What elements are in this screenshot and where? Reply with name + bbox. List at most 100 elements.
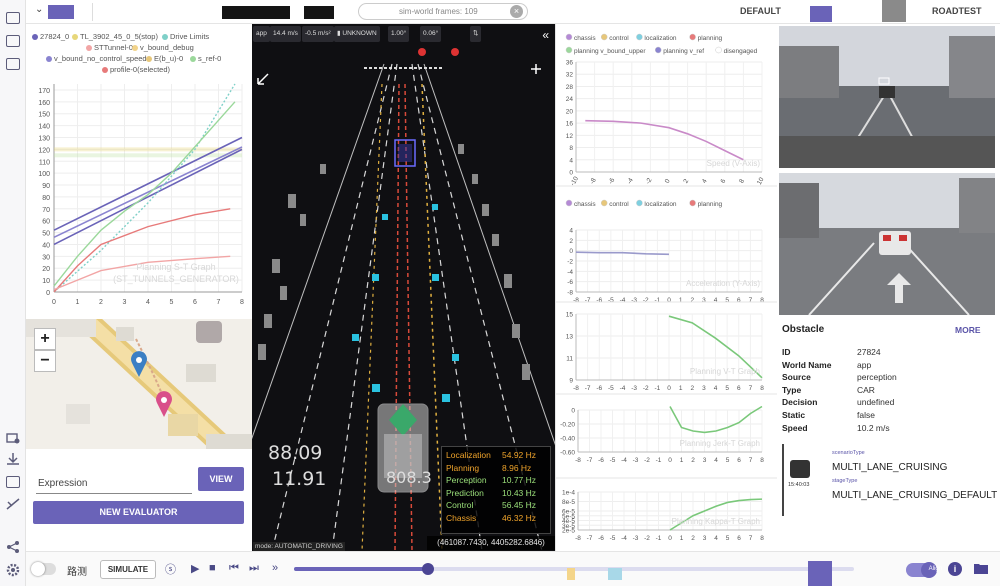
legend-dot xyxy=(689,199,696,207)
x-tick-label: 6 xyxy=(737,535,741,542)
x-tick-label: 0 xyxy=(52,299,56,306)
x-tick-label: -8 xyxy=(589,177,598,186)
series-line xyxy=(53,83,236,293)
top-bar: ⌄ sim-world frames: 109 × DEFAULT ROADTE… xyxy=(26,0,1000,24)
y-tick-label: 30 xyxy=(42,254,50,261)
zoom-out-button[interactable]: − xyxy=(34,350,56,372)
x-tick-label: -2 xyxy=(644,535,650,542)
share-icon[interactable] xyxy=(6,541,20,553)
view-button[interactable]: VIEW xyxy=(198,467,244,491)
x-tick-label: 8 xyxy=(240,299,244,306)
stop-icon[interactable]: ■ xyxy=(209,562,216,574)
x-tick-label: -10 xyxy=(569,175,580,187)
y-tick-label: 130 xyxy=(38,135,50,142)
y-tick-label: 32 xyxy=(566,72,574,79)
y-tick-label: 15 xyxy=(566,312,574,319)
chart-watermark: Planning S-T Graph xyxy=(136,262,215,272)
skip-forward-icon[interactable]: ⏭ xyxy=(249,562,259,575)
simulate-button[interactable]: SIMULATE xyxy=(100,560,156,579)
camera-view-wide xyxy=(779,173,995,315)
legend-dot xyxy=(600,33,608,41)
x-tick-label: -5 xyxy=(608,385,614,392)
scene-3d-view[interactable]: app 14.4 m/s -0.5 m/s² ▮ UNKNOWN 1.00° 0… xyxy=(252,24,555,551)
scenario-type-label: scenarioType xyxy=(832,450,865,456)
x-tick-label: 4 xyxy=(146,299,150,306)
logo-block xyxy=(48,5,74,19)
module-frequency: 54.92 Hz xyxy=(502,450,537,460)
x-tick-label: -2 xyxy=(643,385,649,392)
save-icon[interactable] xyxy=(6,476,20,488)
y-tick-label: 24 xyxy=(566,96,574,103)
settings-panel-icon[interactable] xyxy=(6,35,20,47)
align-toggle[interactable]: Align xyxy=(906,562,942,578)
camera-settings-icon[interactable] xyxy=(6,432,20,444)
y-tick-label: 12 xyxy=(566,133,574,140)
x-tick-label: 6 xyxy=(193,299,197,306)
module-frequency-panel: Localization 54.92 Hz Planning 8.96 Hz Perce… xyxy=(441,446,551,534)
play-icon[interactable]: ▶ xyxy=(191,562,199,575)
frame-search[interactable]: sim-world frames: 109 × xyxy=(358,3,528,20)
zoom-in-button[interactable]: + xyxy=(34,328,56,350)
speed-readout: 88.09 xyxy=(268,442,323,464)
copyright-icon[interactable]: ⓢ xyxy=(165,561,176,577)
gear-icon[interactable] xyxy=(6,563,20,577)
y-tick-label: 160 xyxy=(38,100,50,107)
progress-handle[interactable] xyxy=(422,563,435,575)
x-tick-label: -6 xyxy=(598,457,604,464)
obstacle-field-label: Speed xyxy=(782,422,808,433)
download-icon[interactable] xyxy=(6,453,20,465)
info-icon[interactable]: i xyxy=(948,562,962,576)
skip-back-icon[interactable]: ⏮ xyxy=(229,562,239,575)
legend-label: planning v_ref xyxy=(663,48,704,55)
marker-blue xyxy=(608,568,622,580)
x-tick-label: 5 xyxy=(170,299,174,306)
keyboard-icon[interactable] xyxy=(6,58,20,70)
expression-input[interactable]: Expression xyxy=(36,474,192,494)
x-tick-label: 2 xyxy=(690,385,694,392)
module-frequency: 46.32 Hz xyxy=(502,512,537,523)
close-icon[interactable]: × xyxy=(510,5,523,18)
x-tick-label: 8 xyxy=(760,457,764,464)
collapse-icon[interactable]: « xyxy=(542,28,549,42)
obstacle-field-value: undefined xyxy=(857,397,895,408)
mode-roadtest[interactable]: ROADTEST xyxy=(932,6,982,16)
more-button[interactable]: MORE xyxy=(955,325,981,335)
y-tick-label: 36 xyxy=(566,60,574,67)
y-tick-label: 110 xyxy=(39,159,50,166)
x-tick-label: 8 xyxy=(760,385,764,392)
x-tick-label: 7 xyxy=(749,385,753,392)
x-tick-label: 0 xyxy=(668,457,672,464)
folder-icon[interactable] xyxy=(974,562,988,577)
x-tick-label: -4 xyxy=(621,535,627,542)
x-tick-label: -1 xyxy=(654,385,660,392)
x-tick-label: 1 xyxy=(679,297,683,304)
x-tick-label: 5 xyxy=(726,457,730,464)
redacted-map-area xyxy=(196,321,222,343)
layout-icon[interactable] xyxy=(6,12,20,24)
legend-dot xyxy=(565,46,573,54)
mode-default[interactable]: DEFAULT xyxy=(740,6,781,16)
route-map[interactable]: + − xyxy=(26,319,252,449)
x-tick-label: -5 xyxy=(610,535,616,542)
y-tick-label: 20 xyxy=(42,266,50,273)
new-evaluator-button[interactable]: NEW EVALUATOR xyxy=(33,501,244,524)
heading-readout: 11.91 xyxy=(272,468,327,490)
y-tick-label: -0.40 xyxy=(560,436,575,443)
y-tick-label: 10 xyxy=(42,278,50,285)
y-tick-label: 0 xyxy=(46,290,50,297)
x-tick-label: 2 xyxy=(690,297,694,304)
no-signal-icon[interactable] xyxy=(6,498,20,510)
legend-label: planning v_bound_upper xyxy=(574,48,646,55)
x-tick-label: 0 xyxy=(668,535,672,542)
chart-watermark: Planning V-T Graph xyxy=(690,367,760,376)
progress-fill xyxy=(294,567,429,571)
fast-forward-icon[interactable]: » xyxy=(272,562,278,574)
x-tick-label: 2 xyxy=(682,178,690,185)
obstacle-field-value: perception xyxy=(857,372,897,383)
y-tick-label: -4 xyxy=(567,269,573,276)
roadtest-toggle[interactable] xyxy=(31,562,56,576)
hud-signal-toggle[interactable]: ⇅ xyxy=(470,26,482,42)
x-tick-label: -7 xyxy=(585,297,591,304)
legend-label: planning xyxy=(698,35,723,42)
chevron-down-icon[interactable]: ⌄ xyxy=(35,4,43,15)
